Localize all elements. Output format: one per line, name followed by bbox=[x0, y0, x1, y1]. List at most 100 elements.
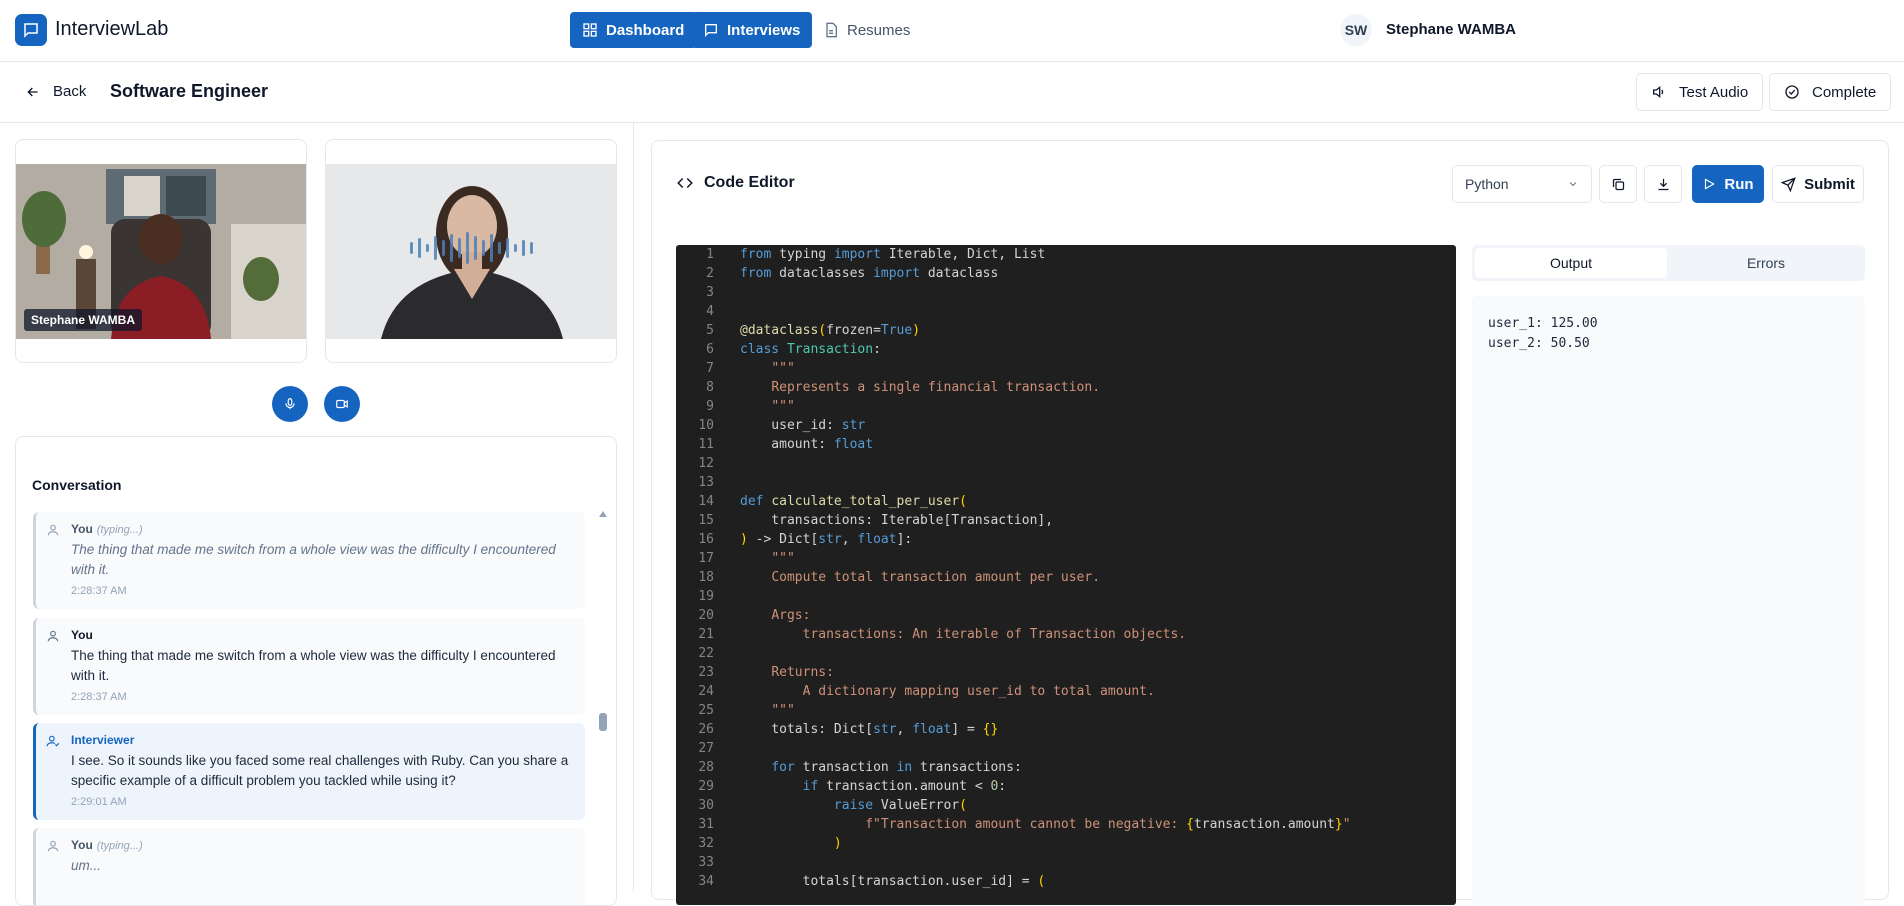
interviewer-video bbox=[326, 164, 616, 339]
code-icon bbox=[677, 177, 693, 189]
back-label: Back bbox=[53, 83, 87, 100]
code-line: 22 bbox=[698, 646, 714, 661]
code-line: 25 """ bbox=[698, 703, 795, 718]
code-line: 26 totals: Dict[str, float] = {} bbox=[698, 722, 999, 737]
code-line: 16) -> Dict[str, float]: bbox=[698, 532, 913, 547]
code-line: 12 bbox=[698, 456, 714, 471]
message-time: 2:28:37 AM bbox=[71, 691, 127, 703]
camera-button[interactable] bbox=[324, 386, 360, 422]
user-name[interactable]: Stephane WAMBA bbox=[1386, 21, 1516, 38]
code-line: 15 transactions: Iterable[Transaction], bbox=[698, 513, 1054, 528]
conversation-scrollbar[interactable] bbox=[598, 509, 607, 899]
output-panel: user_1: 125.00 user_2: 50.50 bbox=[1472, 296, 1865, 906]
language-value: Python bbox=[1465, 176, 1509, 192]
document-icon bbox=[826, 22, 837, 38]
message-time: 2:29:01 AM bbox=[71, 796, 127, 808]
code-line: 24 A dictionary mapping user_id to total… bbox=[698, 684, 1155, 699]
top-navbar: InterviewLab Dashboard Interviews Resume… bbox=[0, 0, 1904, 62]
code-line: 4 bbox=[706, 304, 714, 319]
nav-dashboard-label: Dashboard bbox=[606, 21, 685, 39]
message-text: um... bbox=[71, 858, 102, 873]
code-line: 34 totals[transaction.user_id] = ( bbox=[698, 874, 1046, 889]
nav-interviews[interactable]: Interviews bbox=[691, 12, 813, 48]
run-button[interactable]: Run bbox=[1692, 165, 1764, 203]
microphone-button[interactable] bbox=[272, 386, 308, 422]
conversation-title: Conversation bbox=[32, 477, 122, 493]
code-line: 6 class Transaction: bbox=[706, 342, 881, 357]
interviewer-icon bbox=[46, 735, 60, 747]
message-speaker: You bbox=[71, 838, 93, 852]
test-audio-button[interactable]: Test Audio bbox=[1636, 73, 1764, 111]
nav-resumes-label: Resumes bbox=[847, 21, 911, 39]
user-icon bbox=[47, 840, 59, 852]
nav-resumes[interactable]: Resumes bbox=[811, 12, 922, 48]
output-line: user_1: 125.00 bbox=[1488, 316, 1598, 331]
code-line: 8 Represents a single financial transact… bbox=[706, 380, 1101, 395]
nav-dashboard[interactable]: Dashboard bbox=[570, 12, 697, 48]
interviewer-video-card bbox=[325, 139, 617, 363]
chat-icon bbox=[705, 24, 717, 37]
run-label: Run bbox=[1724, 175, 1754, 193]
code-line: 7 """ bbox=[706, 361, 795, 376]
code-line: 19 bbox=[698, 589, 714, 604]
code-line: 5 @dataclass(frozen=True) bbox=[706, 323, 921, 338]
send-icon bbox=[1781, 176, 1796, 192]
tab-errors[interactable]: Errors bbox=[1670, 248, 1862, 278]
video-camera-icon bbox=[336, 399, 348, 409]
message-item: You (typing...) um... bbox=[33, 828, 585, 905]
message-speaker: You bbox=[71, 628, 93, 642]
copy-button[interactable] bbox=[1599, 165, 1637, 203]
app-name[interactable]: InterviewLab bbox=[55, 18, 168, 41]
message-text: The thing that made me switch from a who… bbox=[71, 542, 556, 577]
check-circle-icon bbox=[1785, 85, 1799, 99]
language-select[interactable]: Python bbox=[1452, 165, 1592, 203]
message-time: 2:28:37 AM bbox=[71, 585, 127, 597]
code-line: 27 bbox=[698, 741, 714, 756]
user-icon bbox=[47, 524, 59, 536]
avatar[interactable]: SW bbox=[1340, 14, 1372, 46]
code-editor[interactable]: 1 from typing import Iterable, Dict, List… bbox=[676, 245, 1456, 905]
code-line: 31 f"Transaction amount cannot be negati… bbox=[698, 817, 1351, 832]
code-editor-title: Code Editor bbox=[676, 174, 795, 192]
output-line: user_2: 50.50 bbox=[1488, 336, 1590, 351]
code-line: 20 Args: bbox=[698, 608, 811, 623]
code-line: 1 from typing import Iterable, Dict, List bbox=[706, 247, 1046, 262]
code-line: 29 if transaction.amount < 0: bbox=[698, 779, 1007, 794]
complete-button[interactable]: Complete bbox=[1769, 73, 1892, 111]
download-button[interactable] bbox=[1644, 165, 1682, 203]
back-button[interactable]: Back bbox=[25, 83, 86, 100]
page-header: Back Software Engineer Test Audio Comple… bbox=[0, 62, 1904, 123]
code-line: 11 amount: float bbox=[698, 437, 874, 452]
code-line: 17 """ bbox=[698, 551, 795, 566]
message-text: I see. So it sounds like you faced some … bbox=[71, 753, 569, 788]
candidate-name-label: Stephane WAMBA bbox=[24, 309, 143, 331]
code-line: 3 bbox=[706, 285, 714, 300]
speaker-icon bbox=[1653, 85, 1664, 99]
tab-output[interactable]: Output bbox=[1475, 248, 1667, 278]
app-logo-icon[interactable] bbox=[15, 14, 47, 46]
typing-indicator: (typing...) bbox=[96, 524, 143, 536]
output-tabs: Output Errors bbox=[1472, 245, 1865, 281]
complete-label: Complete bbox=[1812, 83, 1877, 101]
dashboard-icon bbox=[583, 23, 597, 37]
nav-interviews-label: Interviews bbox=[727, 21, 801, 39]
download-icon bbox=[1658, 178, 1668, 190]
page-title: Software Engineer bbox=[110, 81, 269, 101]
copy-icon bbox=[1612, 178, 1624, 190]
test-audio-label: Test Audio bbox=[1679, 83, 1749, 101]
candidate-video-card: Stephane WAMBA bbox=[15, 139, 307, 363]
code-line: 18 Compute total transaction amount per … bbox=[698, 570, 1101, 585]
message-item: Interviewer I see. So it sounds like you… bbox=[33, 723, 585, 820]
submit-button[interactable]: Submit bbox=[1772, 165, 1864, 203]
typing-indicator: (typing...) bbox=[96, 840, 143, 852]
chevron-down-icon bbox=[1569, 182, 1577, 187]
code-line: 21 transactions: An iterable of Transact… bbox=[698, 627, 1187, 642]
code-line: 9 """ bbox=[706, 399, 795, 414]
microphone-icon bbox=[285, 398, 295, 410]
message-speaker: You bbox=[71, 522, 93, 536]
play-icon bbox=[1705, 178, 1716, 190]
code-editor-title-label: Code Editor bbox=[704, 174, 795, 191]
left-panel: Stephane WAMBA Conversation You (typing.… bbox=[0, 123, 634, 906]
code-line: 2 from dataclasses import dataclass bbox=[706, 266, 999, 281]
code-line: 13 bbox=[698, 475, 714, 490]
